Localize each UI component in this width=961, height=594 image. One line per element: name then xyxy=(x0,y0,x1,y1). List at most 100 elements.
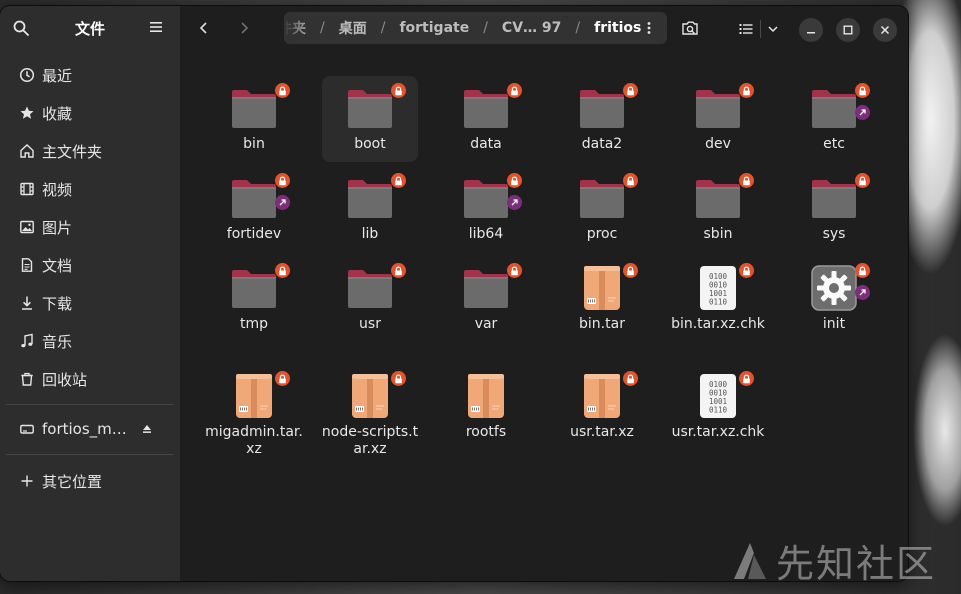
lock-icon xyxy=(279,374,286,383)
file-item-var[interactable]: var xyxy=(438,256,534,342)
file-icon-container xyxy=(346,263,406,312)
breadcrumb-item[interactable]: CV… 97 xyxy=(502,20,561,36)
file-item-tmp[interactable]: tmp xyxy=(206,256,302,342)
file-name: lib xyxy=(361,226,379,242)
file-name: etc xyxy=(823,136,845,152)
file-item-bin-tar[interactable]: bin.tar xyxy=(554,256,650,342)
file-name: usr.tar.xz.chk xyxy=(671,424,765,440)
file-item-fortidev[interactable]: fortidev xyxy=(206,166,302,252)
sidebar-item-label: 文档 xyxy=(42,256,73,275)
breadcrumb-separator: / xyxy=(320,20,325,36)
sidebar-item-trash[interactable]: 回收站 xyxy=(0,362,180,396)
symlink-arrow-icon xyxy=(511,199,518,206)
sidebar-item-device[interactable]: fortios_m… xyxy=(0,412,180,446)
sidebar-item-starred[interactable]: 收藏 xyxy=(0,96,180,130)
document-icon xyxy=(18,256,36,274)
file-icon-container xyxy=(578,371,638,420)
file-icon-container xyxy=(810,173,870,222)
folder-icon xyxy=(812,90,856,128)
sidebar-item-videos[interactable]: 视频 xyxy=(0,172,180,206)
back-button[interactable] xyxy=(192,16,216,40)
sidebar-item-other-locations[interactable]: 其它位置 xyxy=(0,464,180,498)
file-item-sys[interactable]: sys xyxy=(786,166,882,252)
breadcrumb-item[interactable]: 桌面 xyxy=(339,18,367,38)
sidebar: 文件 最近 收藏 主文件夹 视频 图片 文档 下载 音乐 回收站 fortios… xyxy=(0,6,180,581)
download-icon xyxy=(18,294,36,312)
file-icon-container xyxy=(346,83,406,132)
sidebar-item-pictures[interactable]: 图片 xyxy=(0,210,180,244)
sidebar-item-home[interactable]: 主文件夹 xyxy=(0,134,180,168)
lock-icon xyxy=(627,176,634,185)
file-name: var xyxy=(474,316,498,332)
folder-icon xyxy=(348,90,392,128)
list-view-icon[interactable] xyxy=(738,21,754,37)
sidebar-item-documents[interactable]: 文档 xyxy=(0,248,180,282)
file-item-migadmin-tar-xz[interactable]: migadmin.tar.xz xyxy=(205,364,303,457)
lock-icon xyxy=(627,266,634,275)
file-item-data2[interactable]: data2 xyxy=(554,76,650,162)
breadcrumb-item[interactable]: fortigate xyxy=(399,20,469,36)
sidebar-item-label: fortios_m… xyxy=(42,420,127,438)
file-item-node-scripts-tar-xz[interactable]: node-scripts.tar.xz xyxy=(322,364,418,457)
symlink-badge xyxy=(275,195,290,210)
lock-icon xyxy=(743,374,750,383)
file-item-boot[interactable]: boot xyxy=(322,76,418,162)
file-item-usr-tar-xz-chk[interactable]: 0100 0010 1001 0110 usr.tar.xz.chk xyxy=(670,364,766,450)
close-button[interactable] xyxy=(873,18,897,42)
breadcrumb-fade xyxy=(284,12,310,44)
symlink-arrow-icon xyxy=(859,109,866,116)
file-name: bin xyxy=(243,136,265,152)
eject-icon[interactable] xyxy=(142,424,152,434)
forward-button[interactable] xyxy=(232,16,256,40)
file-item-data[interactable]: data xyxy=(438,76,534,162)
file-item-etc[interactable]: etc xyxy=(786,76,882,162)
file-item-rootfs[interactable]: rootfs xyxy=(438,364,534,450)
symlink-arrow-icon xyxy=(859,289,866,296)
view-divider xyxy=(760,20,761,38)
breadcrumb-current[interactable]: fritios xyxy=(594,20,641,36)
lock-badge xyxy=(275,371,290,386)
lock-icon xyxy=(279,86,286,95)
star-icon xyxy=(18,104,36,122)
file-item-usr-tar-xz[interactable]: usr.tar.xz xyxy=(554,364,650,450)
archive-icon xyxy=(584,374,620,418)
sidebar-item-downloads[interactable]: 下载 xyxy=(0,286,180,320)
search-folder-button[interactable] xyxy=(680,18,700,38)
hamburger-menu-icon[interactable] xyxy=(148,20,164,34)
maximize-button[interactable] xyxy=(836,18,860,42)
file-name: sbin xyxy=(703,226,733,242)
archive-icon xyxy=(236,374,272,418)
file-item-proc[interactable]: proc xyxy=(554,166,650,252)
file-name: data xyxy=(470,136,502,152)
sidebar-item-recent[interactable]: 最近 xyxy=(0,58,180,92)
file-icon-container xyxy=(462,83,522,132)
lock-badge xyxy=(391,263,406,278)
folder-icon xyxy=(348,180,392,218)
lock-icon xyxy=(395,176,402,185)
maximize-icon xyxy=(843,25,853,35)
file-item-lib[interactable]: lib xyxy=(322,166,418,252)
file-item-usr[interactable]: usr xyxy=(322,256,418,342)
sidebar-item-music[interactable]: 音乐 xyxy=(0,324,180,358)
symlink-badge xyxy=(855,105,870,120)
minimize-button[interactable] xyxy=(799,18,823,42)
file-name: init xyxy=(822,316,846,332)
folder-icon xyxy=(348,270,392,308)
more-options-icon[interactable] xyxy=(641,20,657,36)
file-icon-container: 0100 0010 1001 0110 xyxy=(694,371,754,420)
file-item-sbin[interactable]: sbin xyxy=(670,166,766,252)
folder-icon xyxy=(812,180,856,218)
chevron-left-icon xyxy=(199,22,207,34)
plus-icon xyxy=(18,472,36,490)
chevron-down-icon[interactable] xyxy=(767,23,779,35)
file-icon-container xyxy=(578,173,638,222)
image-icon xyxy=(18,218,36,236)
file-item-init[interactable]: init xyxy=(786,256,882,342)
file-item-bin-tar-xz-chk[interactable]: 0100 0010 1001 0110 bin.tar.xz.chk xyxy=(670,256,766,342)
file-item-bin[interactable]: bin xyxy=(206,76,302,162)
sidebar-item-label: 主文件夹 xyxy=(42,142,103,161)
file-item-dev[interactable]: dev xyxy=(670,76,766,162)
file-item-lib64[interactable]: lib64 xyxy=(438,166,534,252)
lock-badge xyxy=(623,371,638,386)
file-name: node-scripts.tar.xz xyxy=(321,424,419,457)
